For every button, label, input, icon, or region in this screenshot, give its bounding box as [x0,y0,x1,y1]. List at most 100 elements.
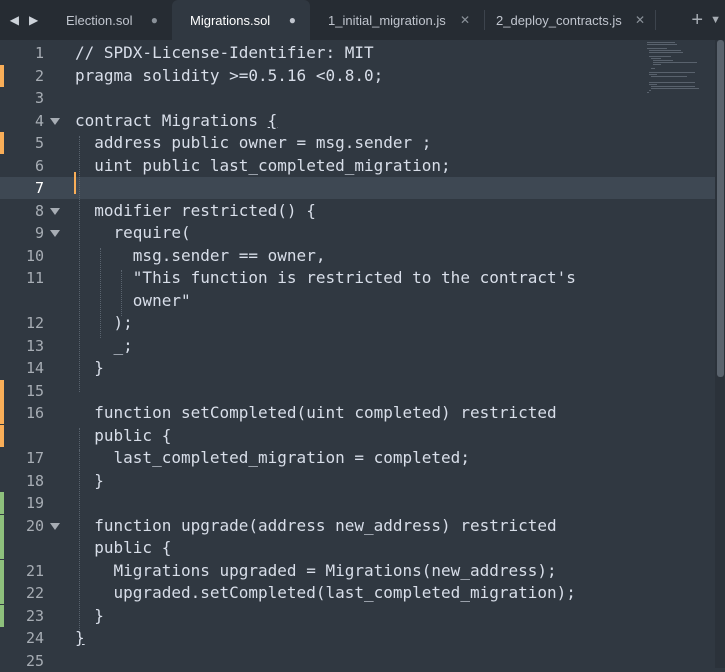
close-icon[interactable]: ✕ [460,13,470,27]
tab-bar: ◀ ▶ Election.sol ● Migrations.sol ● 1_in… [0,0,725,40]
code-line[interactable]: 14 } [0,357,715,379]
close-icon[interactable]: ✕ [635,13,645,27]
code-line[interactable]: 4 contract Migrations { [0,110,715,132]
code-line[interactable]: 5 address public owner = msg.sender ; [0,132,715,154]
code-line[interactable]: 13 _; [0,335,715,357]
code-text: _; [75,335,133,355]
code-line[interactable]: owner" [0,290,715,312]
fold-arrow-icon[interactable] [50,522,60,530]
tab-label: Election.sol [66,12,133,28]
line-number: 24 [25,629,44,647]
line-number: 14 [25,359,44,377]
code-line[interactable]: 1 // SPDX-License-Identifier: MIT [0,42,715,64]
tab-overflow-icon[interactable]: ▼ [710,0,721,40]
tab-divider [655,10,656,30]
code-line[interactable]: 19 [0,492,715,514]
code-line[interactable]: 11 "This function is restricted to the c… [0,267,715,289]
modified-line-marker [0,64,4,87]
code-line[interactable]: 23 } [0,604,715,627]
line-number: 8 [34,201,44,220]
minimap[interactable] [645,42,709,112]
indent-guide [100,248,101,338]
modified-line-marker [0,379,4,402]
code-line[interactable]: 15 [0,379,715,402]
code-text: } [75,628,85,647]
tab-navigation: ◀ ▶ [0,0,48,40]
line-number: 4 [34,111,44,130]
code-line[interactable]: 20 function upgrade(address new_address)… [0,514,715,537]
line-number: 12 [25,314,44,332]
new-tab-icon[interactable]: + [691,0,703,40]
modified-line-marker [0,132,4,154]
code-line[interactable]: 2 pragma solidity >=0.5.16 <0.8.0; [0,64,715,87]
added-line-marker [0,537,4,559]
modified-line-marker [0,402,4,424]
line-number: 11 [25,269,44,287]
unsaved-dot-icon[interactable]: ● [151,13,158,27]
code-line[interactable]: 9 require( [0,222,715,244]
code-editor[interactable]: 1 // SPDX-License-Identifier: MIT 2 pragma … [0,40,725,670]
line-number: 7 [34,179,44,197]
vertical-scrollbar[interactable] [715,40,725,668]
tab-scroll-left-icon[interactable]: ◀ [10,13,19,27]
code-text: uint public last_completed_migration; [75,155,451,175]
line-number: 19 [25,494,44,512]
code-line[interactable]: public { [0,424,715,447]
unsaved-dot-icon[interactable]: ● [289,13,296,27]
tab-2-deploy-contracts-js[interactable]: 2_deploy_contracts.js ✕ [485,0,655,40]
code-text: public { [75,425,172,445]
fold-arrow-icon[interactable] [50,207,60,215]
tab-label: 1_initial_migration.js [328,12,446,28]
indent-guide [79,136,80,392]
code-line[interactable]: 8 modifier restricted() { [0,200,715,222]
line-number: 9 [34,224,44,242]
code-text: address public owner = msg.sender ; [75,133,432,152]
tab-migrations-sol[interactable]: Migrations.sol ● [172,0,310,40]
added-line-marker [0,514,4,537]
line-number: 18 [25,471,44,490]
code-line[interactable]: 12 ); [0,312,715,334]
tab-label: Migrations.sol [190,12,271,28]
line-number: 20 [25,516,44,535]
code-text: require( [75,223,191,242]
code-line[interactable]: 22 upgraded.setCompleted(last_completed_… [0,582,715,604]
line-number: 5 [34,134,44,152]
line-number: 1 [34,44,44,62]
code-text: Migrations upgraded = Migrations(new_add… [75,560,557,580]
line-number: 25 [25,651,44,670]
code-line[interactable]: 24} [0,627,715,649]
code-text: "This function is restricted to the cont… [75,268,576,287]
code-line[interactable]: 3 [0,87,715,109]
code-text: modifier restricted() { [75,200,316,220]
fold-arrow-icon[interactable] [50,117,60,125]
tab-election-sol[interactable]: Election.sol ● [48,0,172,40]
tab-label: 2_deploy_contracts.js [496,12,622,28]
code-line[interactable]: 16 function setCompleted(uint completed)… [0,402,715,424]
code-line[interactable]: 10 msg.sender == owner, [0,245,715,267]
scrollbar-thumb[interactable] [717,40,724,377]
added-line-marker [0,582,4,604]
code-line[interactable]: 18 } [0,470,715,492]
line-number: 3 [34,89,44,107]
code-line[interactable]: 6 uint public last_completed_migration; [0,155,715,177]
line-number: 6 [34,156,44,175]
tab-1-initial-migration-js[interactable]: 1_initial_migration.js ✕ [310,0,484,40]
line-number: 2 [34,66,44,85]
code-line[interactable]: public { [0,537,715,559]
code-line[interactable]: 25 [0,650,715,672]
code-text: // SPDX-License-Identifier: MIT [75,43,374,62]
indent-guide [79,450,80,630]
text-cursor [74,172,76,194]
line-number: 22 [25,584,44,602]
tab-scroll-right-icon[interactable]: ▶ [29,13,38,27]
line-number: 21 [25,561,44,580]
code-line[interactable]: 7 [0,177,715,199]
added-line-marker [0,492,4,514]
code-text: msg.sender == owner, [75,245,326,265]
code-text: owner" [75,290,191,310]
modified-line-marker [0,424,4,447]
code-line[interactable]: 21 Migrations upgraded = Migrations(new_… [0,559,715,582]
code-text: function setCompleted(uint completed) re… [75,403,557,422]
code-line[interactable]: 17 last_completed_migration = completed; [0,447,715,469]
fold-arrow-icon[interactable] [50,230,60,237]
